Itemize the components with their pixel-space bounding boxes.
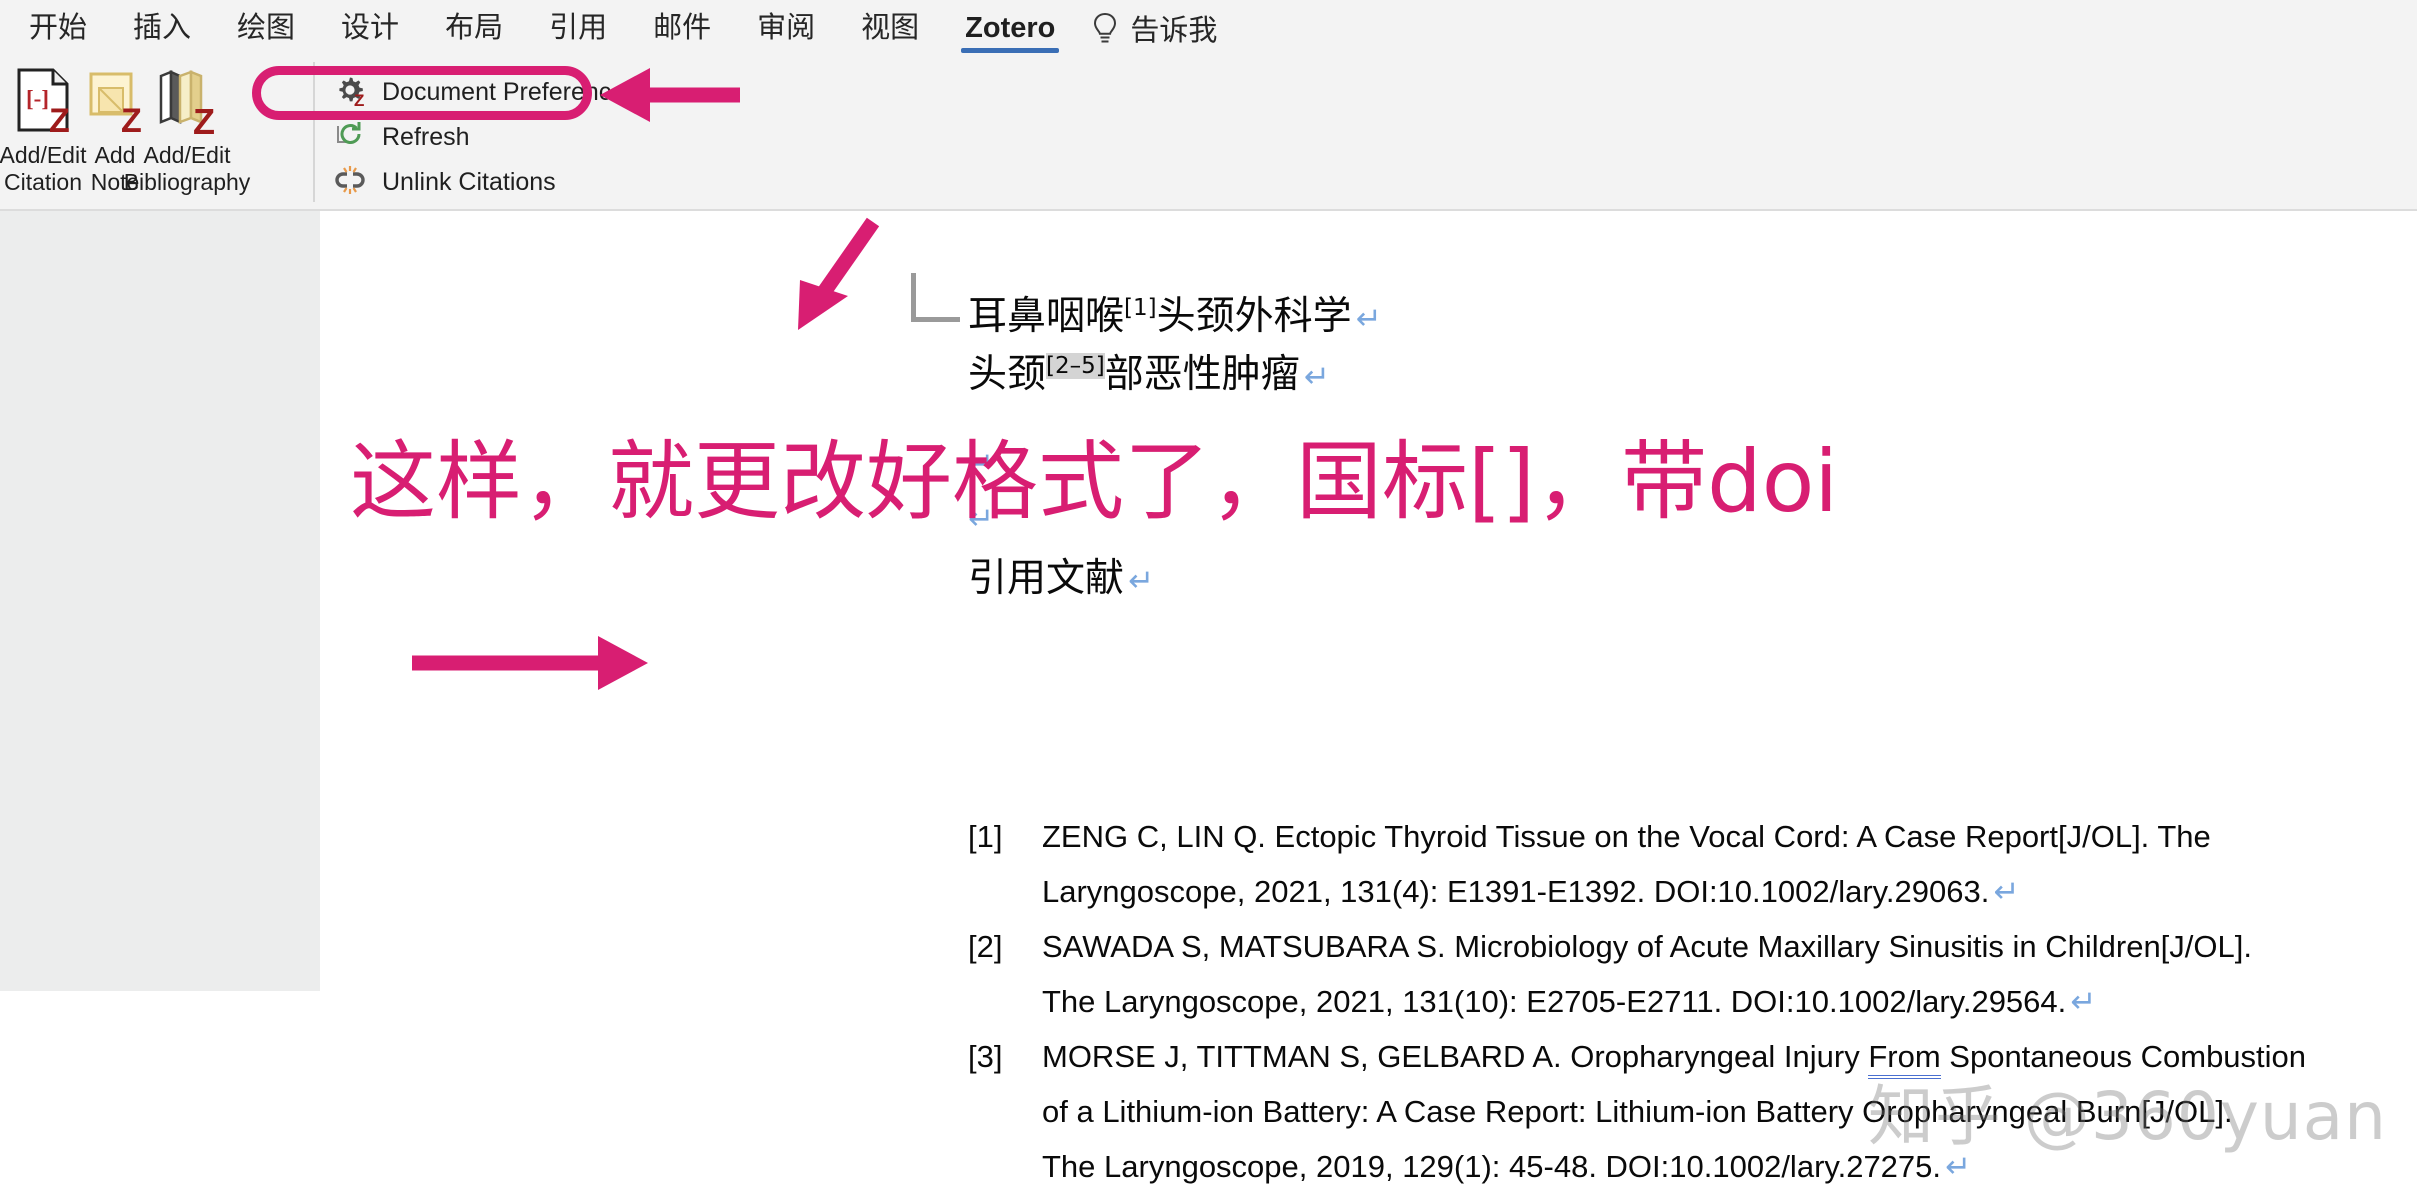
arrow-down-icon	[798, 217, 880, 330]
reference-line-text: The Laryngoscope, 2019, 129(1): 45-48. D…	[1042, 1149, 1942, 1184]
watermark: 知乎 @360yuan	[1867, 1078, 2387, 1155]
word-application-window: 开始 插入 绘图 设计 布局 引用 邮件 审阅 视图 Zotero 告诉我 [-…	[0, 0, 2417, 1184]
reference-number: [3]	[968, 1039, 1003, 1074]
annotation-arrows-layer	[412, 68, 880, 690]
arrow-right-icon	[412, 636, 648, 690]
arrow-left-icon	[600, 68, 740, 122]
